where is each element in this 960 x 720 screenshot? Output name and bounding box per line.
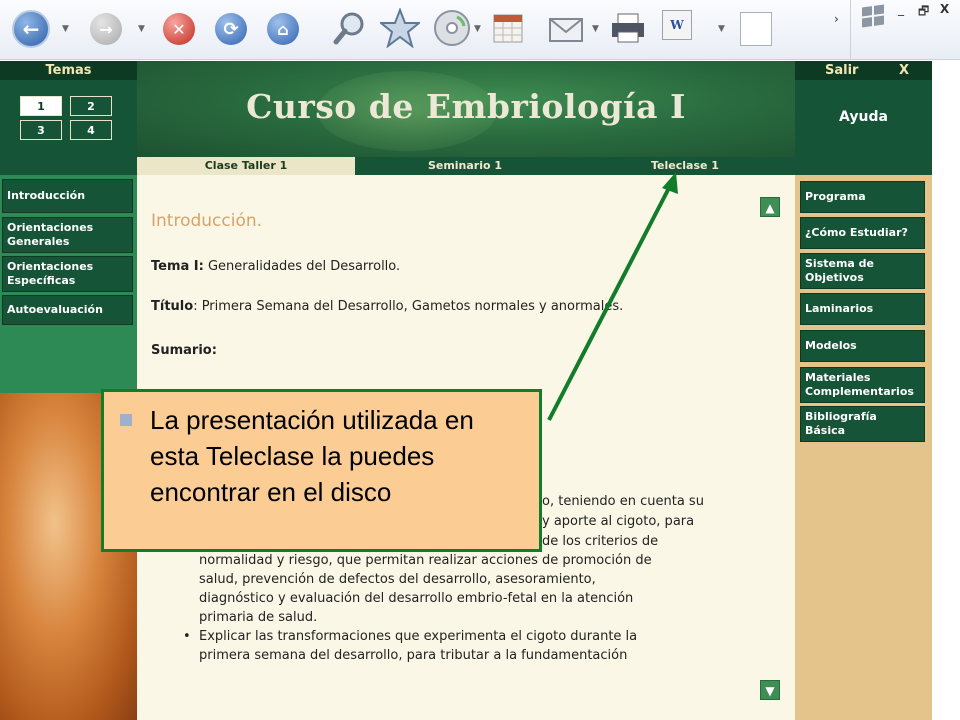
titulo-value: : Primera Semana del Desarrollo, Gametos… [193,299,624,314]
windows-logo-icon [862,4,884,28]
list-item-line: diagnóstico y evaluación del desarrollo … [199,591,634,606]
salir-button[interactable]: Salir X [795,61,932,80]
sidebar-item-materiales-complementarios[interactable]: Materiales Complementarios [800,367,925,403]
search-icon[interactable] [330,8,370,48]
scroll-up-button[interactable]: ▲ [760,197,780,217]
right-sidebar: Programa ¿Cómo Estudiar? Sistema de Obje… [795,175,932,720]
tema-button-4[interactable]: 4 [70,120,112,140]
close-icon[interactable]: X [940,2,949,16]
home-icon[interactable]: ⌂ [267,13,299,45]
page-title: Curso de Embriología I [246,87,686,126]
history-calendar-icon[interactable] [488,8,528,48]
tema-line: Tema I: Generalidades del Desarrollo. [151,259,400,274]
callout-bullet-icon [120,414,132,426]
minimize-icon[interactable]: _ [898,2,904,16]
list-item: normalidad y riesgo, que permitan realiz… [177,551,777,627]
back-arrow-icon[interactable]: ← [12,10,50,48]
page-header: Temas 1 2 3 4 Curso de Embriología I Sal… [0,61,932,157]
sidebar-item-sistema-objetivos[interactable]: Sistema de Objetivos [800,253,925,289]
tema-value: Generalidades del Desarrollo. [203,259,401,274]
sidebar-item-introduccion[interactable]: Introducción [2,179,133,213]
browser-toolbar: ← ▼ → ▼ ✕ ⟳ ⌂ ▼ ▼ W ▼ › _ 🗗 X [0,0,960,60]
ayuda-button[interactable]: Ayuda [795,109,932,125]
favorites-star-icon[interactable] [380,8,420,48]
titulo-label: Título [151,299,194,314]
content-heading: Introducción. [151,211,263,231]
stop-icon[interactable]: ✕ [163,13,195,45]
mail-dropdown-icon[interactable]: ▼ [592,24,599,34]
mail-icon[interactable] [546,8,586,48]
titulo-line: Título: Primera Semana del Desarrollo, G… [151,299,623,314]
salir-close-icon[interactable]: X [899,61,909,80]
sumario-line: Sumario: [151,343,217,358]
sidebar-item-laminarios[interactable]: Laminarios [800,293,925,325]
sumario-label: Sumario: [151,343,217,358]
sidebar-item-autoevaluacion[interactable]: Autoevaluación [2,295,133,325]
tema-button-1[interactable]: 1 [20,96,62,116]
list-item-line: salud, prevención de defectos del desarr… [199,572,596,587]
sidebar-item-modelos[interactable]: Modelos [800,330,925,362]
refresh-icon[interactable]: ⟳ [215,13,247,45]
sidebar-item-orientaciones-especificas[interactable]: Orientaciones Específicas [2,256,133,292]
tema-button-3[interactable]: 3 [20,120,62,140]
toolbar-overflow-chevron-icon[interactable]: › [834,12,839,26]
tema-label: Tema I: [151,259,204,274]
maximize-icon[interactable]: 🗗 [918,2,929,23]
media-dropdown-icon[interactable]: ▼ [474,24,481,34]
media-disc-icon[interactable] [432,8,472,48]
tab-clase-taller[interactable]: Clase Taller 1 [137,157,355,175]
tab-seminario[interactable]: Seminario 1 [355,157,575,175]
list-item-line: Explicar las transformaciones que experi… [199,629,638,644]
edit-word-icon[interactable]: W [662,10,692,40]
temas-label: Temas [0,61,137,80]
sidebar-item-orientaciones-generales[interactable]: Orientaciones Generales [2,217,133,253]
objective-line-partial: o, teniendo en cuenta su [542,494,704,509]
objective-line-partial: y aporte al cigoto, para [542,514,695,529]
forward-arrow-icon[interactable]: → [90,13,122,45]
back-dropdown-icon[interactable]: ▼ [62,24,69,34]
salir-label[interactable]: Salir [825,61,858,80]
objectives-list: normalidad y riesgo, que permitan realiz… [177,551,777,665]
print-icon[interactable] [608,8,648,48]
list-item-line: primera semana del desarrollo, para trib… [199,648,628,663]
temas-grid: 1 2 3 4 [20,96,112,140]
screen: ← ▼ → ▼ ✕ ⟳ ⌂ ▼ ▼ W ▼ › _ 🗗 X Temas 1 2 … [0,0,960,720]
tab-teleclase[interactable]: Teleclase 1 [575,157,795,175]
objective-line-partial: de los criterios de [542,534,659,549]
callout-text: La presentación utilizada en esta Telecl… [150,405,474,507]
scroll-down-button[interactable]: ▼ [760,680,780,700]
tabs-bar: Clase Taller 1 Seminario 1 Teleclase 1 [0,157,932,175]
toolbar-separator [850,0,851,60]
page-gutter [932,61,960,720]
bullet-icon: • [183,629,191,644]
tema-button-2[interactable]: 2 [70,96,112,116]
left-sidebar: Introducción Orientaciones Generales Ori… [0,175,137,393]
forward-dropdown-icon[interactable]: ▼ [138,24,145,34]
sidebar-item-como-estudiar[interactable]: ¿Cómo Estudiar? [800,217,925,249]
list-item: • Explicar las transformaciones que expe… [177,627,777,665]
sidebar-item-bibliografia-basica[interactable]: Bibliografía Básica [800,406,925,442]
sidebar-item-programa[interactable]: Programa [800,181,925,213]
edit-dropdown-icon[interactable]: ▼ [718,24,725,34]
list-item-line: primaria de salud. [199,610,318,625]
callout-box: La presentación utilizada en esta Telecl… [101,389,542,552]
list-item-line: normalidad y riesgo, que permitan realiz… [199,553,652,568]
discuss-note-icon[interactable] [740,12,772,46]
